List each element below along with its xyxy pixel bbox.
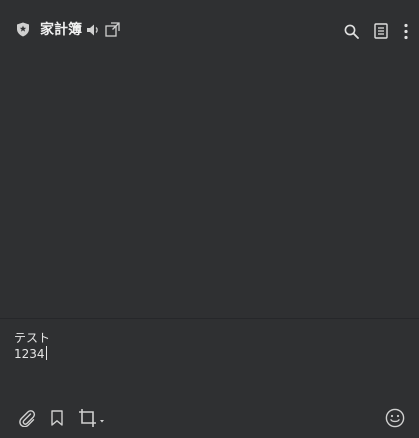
composer-toolbar [0,404,419,432]
channel-title[interactable]: 家計簿 [40,20,82,40]
text-caret [45,346,47,360]
search-icon[interactable] [344,24,359,39]
emoji-icon[interactable] [385,408,405,428]
more-vertical-icon[interactable] [402,23,410,40]
popout-icon[interactable] [105,22,120,37]
chat-header: 家計簿 [0,0,419,62]
caret-down-icon [100,420,104,423]
speaker-icon[interactable] [86,23,100,37]
message-input-line: テスト [14,331,51,345]
notes-icon[interactable] [374,23,388,39]
message-input-line: 1234 [14,347,45,361]
message-input-line-with-caret: 1234 [14,346,50,362]
crop-icon[interactable] [78,408,106,428]
paperclip-icon[interactable] [18,409,36,427]
message-input[interactable]: テスト 1234 [14,330,50,362]
bookmark-icon[interactable] [50,410,64,426]
message-list[interactable] [0,62,419,318]
shield-star-icon [16,22,30,37]
chat-window: 家計簿 テスト 1234 [0,0,419,438]
